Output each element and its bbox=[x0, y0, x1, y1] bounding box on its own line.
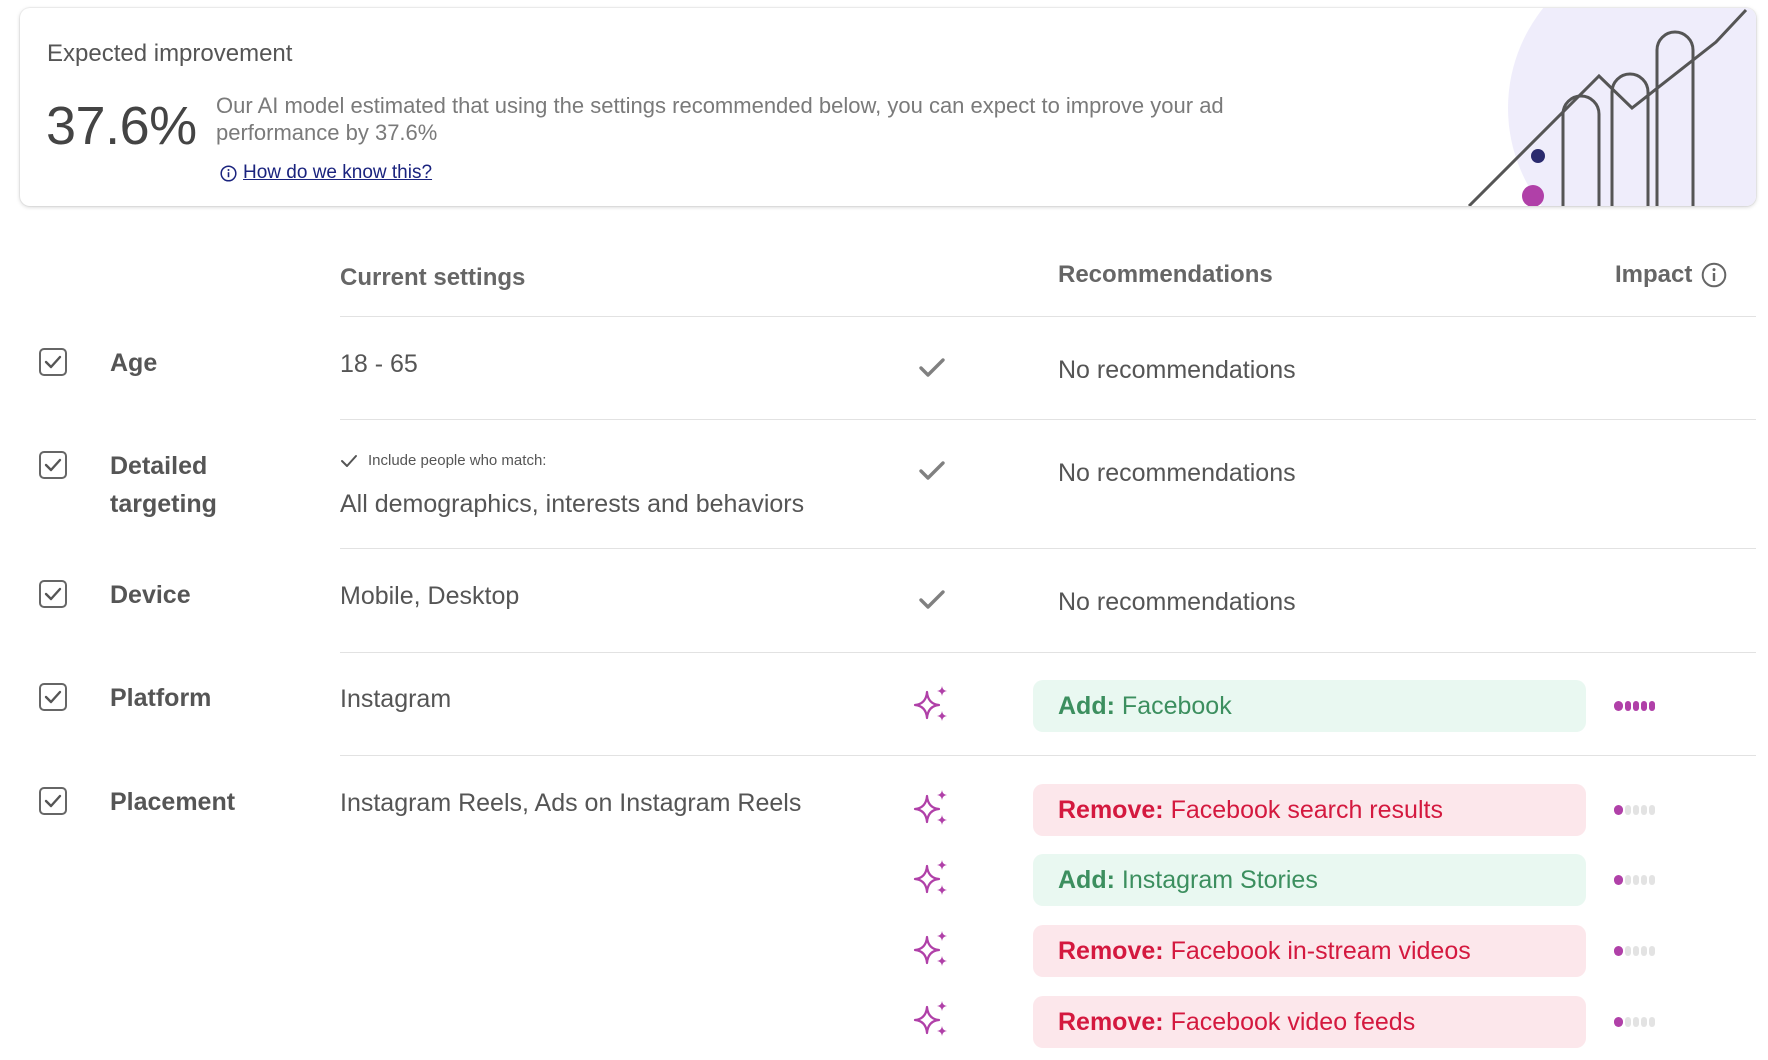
header-recommendations: Recommendations bbox=[1058, 261, 1273, 288]
recommendation-pill[interactable]: Add: Instagram Stories bbox=[1033, 854, 1586, 906]
impact-pip bbox=[1614, 946, 1623, 956]
placement-value: Instagram Reels, Ads on Instagram Reels bbox=[340, 789, 802, 817]
impact-pip bbox=[1625, 875, 1631, 885]
check-icon bbox=[912, 580, 952, 620]
improvement-percentage: 37.6% bbox=[46, 96, 197, 156]
platform-checkbox[interactable] bbox=[39, 683, 67, 711]
impact-pip bbox=[1633, 1017, 1639, 1027]
recommendation-action: Remove: bbox=[1058, 795, 1164, 824]
recommendation-target: Facebook bbox=[1121, 691, 1232, 720]
expected-improvement-title: Expected improvement bbox=[47, 40, 293, 67]
sparkle-icon bbox=[912, 999, 952, 1039]
impact-pip bbox=[1649, 805, 1655, 815]
impact-meter bbox=[1614, 946, 1657, 956]
impact-pip bbox=[1649, 1017, 1655, 1027]
growth-chart-illustration bbox=[1467, 8, 1756, 206]
age-label: Age bbox=[110, 349, 158, 377]
impact-pip bbox=[1614, 1017, 1623, 1027]
improvement-description: Our AI model estimated that using the se… bbox=[216, 93, 1224, 145]
impact-pip bbox=[1614, 701, 1623, 711]
age-value: 18 - 65 bbox=[340, 350, 418, 378]
device-checkbox[interactable] bbox=[39, 580, 67, 608]
sparkle-icon bbox=[912, 929, 952, 969]
detailed-targeting-label: Detailed targeting bbox=[110, 452, 217, 518]
recommendation-target: Facebook search results bbox=[1170, 795, 1443, 824]
impact-pip bbox=[1649, 875, 1655, 885]
impact-meter bbox=[1614, 805, 1657, 815]
impact-pip bbox=[1614, 805, 1623, 815]
recommendation-pill[interactable]: Remove: Facebook video feeds bbox=[1033, 996, 1586, 1048]
device-value: Mobile, Desktop bbox=[340, 582, 520, 610]
detailed-targeting-recommendation: No recommendations bbox=[1058, 459, 1296, 487]
age-checkbox[interactable] bbox=[39, 348, 67, 376]
impact-pip bbox=[1633, 701, 1639, 711]
impact-pip bbox=[1625, 1017, 1631, 1027]
impact-meter bbox=[1614, 1017, 1657, 1027]
impact-pip bbox=[1614, 875, 1623, 885]
small-check-icon bbox=[341, 454, 357, 467]
impact-pip bbox=[1641, 701, 1647, 711]
header-impact: Impact bbox=[1615, 261, 1727, 289]
recommendation-action: Add: bbox=[1058, 865, 1115, 894]
impact-pip bbox=[1641, 946, 1647, 956]
platform-value: Instagram bbox=[340, 685, 452, 713]
recommendation-action: Remove: bbox=[1058, 1007, 1164, 1036]
checkmark-icon bbox=[44, 794, 62, 808]
row-divider bbox=[340, 419, 1756, 420]
recommendation-target: Facebook in-stream videos bbox=[1170, 936, 1471, 965]
row-divider bbox=[340, 548, 1756, 549]
impact-pip bbox=[1625, 805, 1631, 815]
recommendation-target: Instagram Stories bbox=[1121, 865, 1318, 894]
recommendation-pill[interactable]: Remove: Facebook in-stream videos bbox=[1033, 925, 1586, 977]
impact-pip bbox=[1641, 875, 1647, 885]
recommendation-target: Facebook video feeds bbox=[1170, 1007, 1416, 1036]
include-note: Include people who match: bbox=[340, 452, 546, 469]
impact-info-icon[interactable] bbox=[1701, 262, 1727, 288]
recommendation-action: Add: bbox=[1058, 691, 1115, 720]
impact-meter bbox=[1614, 701, 1657, 711]
detailed-targeting-value: All demographics, interests and behavior… bbox=[340, 490, 805, 518]
impact-pip bbox=[1625, 701, 1631, 711]
impact-pip bbox=[1625, 946, 1631, 956]
impact-pip bbox=[1641, 1017, 1647, 1027]
placement-label: Placement bbox=[110, 788, 236, 816]
platform-label: Platform bbox=[110, 684, 212, 712]
header-impact-label: Impact bbox=[1615, 261, 1693, 288]
impact-pip bbox=[1633, 946, 1639, 956]
recommendation-pill[interactable]: Remove: Facebook search results bbox=[1033, 784, 1586, 836]
checkmark-icon bbox=[44, 458, 62, 472]
device-recommendation: No recommendations bbox=[1058, 588, 1296, 616]
row-divider bbox=[340, 652, 1756, 653]
impact-pip bbox=[1649, 946, 1655, 956]
expected-improvement-card: Expected improvement 37.6% Our AI model … bbox=[20, 8, 1756, 206]
how-do-we-know-link[interactable]: How do we know this? bbox=[220, 162, 432, 184]
row-divider bbox=[340, 755, 1756, 756]
checkmark-icon bbox=[44, 690, 62, 704]
impact-pip bbox=[1649, 701, 1655, 711]
placement-checkbox[interactable] bbox=[39, 787, 67, 815]
impact-pip bbox=[1641, 805, 1647, 815]
info-icon bbox=[220, 164, 237, 182]
check-icon bbox=[912, 348, 952, 388]
row-divider bbox=[340, 316, 1756, 317]
recommendation-pill[interactable]: Add: Facebook bbox=[1033, 680, 1586, 732]
header-current-settings: Current settings bbox=[340, 264, 526, 291]
sparkle-icon bbox=[912, 788, 952, 828]
how-do-we-know-label: How do we know this? bbox=[243, 162, 433, 183]
checkmark-icon bbox=[44, 587, 62, 601]
checkmark-icon bbox=[44, 355, 62, 369]
check-icon bbox=[912, 451, 952, 491]
impact-pip bbox=[1633, 875, 1639, 885]
impact-pip bbox=[1633, 805, 1639, 815]
device-label: Device bbox=[110, 581, 191, 609]
sparkle-icon bbox=[912, 858, 952, 898]
recommendation-action: Remove: bbox=[1058, 936, 1164, 965]
impact-meter bbox=[1614, 875, 1657, 885]
detailed-targeting-checkbox[interactable] bbox=[39, 451, 67, 479]
sparkle-icon bbox=[912, 684, 952, 724]
include-note-text: Include people who match: bbox=[368, 452, 547, 469]
age-recommendation: No recommendations bbox=[1058, 356, 1296, 384]
